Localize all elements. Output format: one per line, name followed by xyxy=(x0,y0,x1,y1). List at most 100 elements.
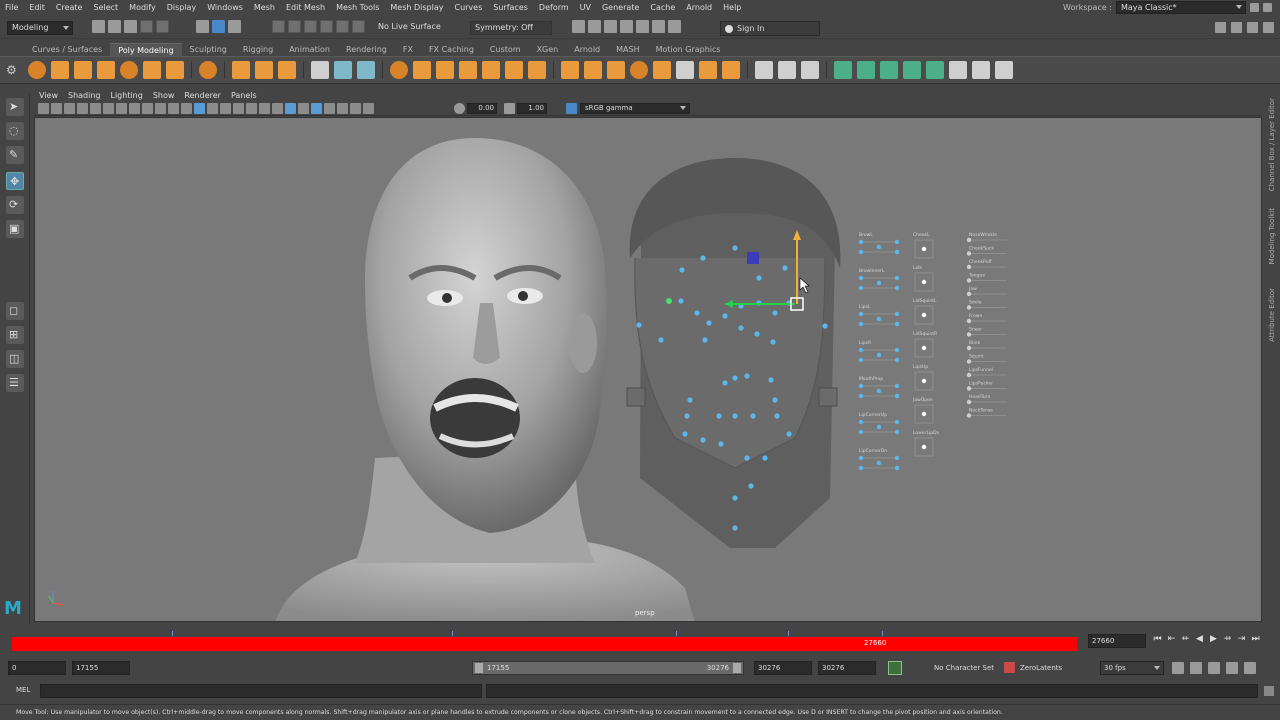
slider-knob[interactable] xyxy=(894,429,900,435)
modeling-toolkit-icon[interactable] xyxy=(1215,22,1226,33)
slider-knob[interactable] xyxy=(876,424,882,430)
slider-knob[interactable] xyxy=(921,345,927,351)
slider-knob[interactable] xyxy=(921,312,927,318)
playback-end-field[interactable]: 30276 xyxy=(754,661,812,675)
poly-text-icon[interactable] xyxy=(255,61,273,79)
slider-knob[interactable] xyxy=(894,419,900,425)
cylindrical-uv-icon[interactable] xyxy=(857,61,875,79)
super-shape-icon[interactable] xyxy=(232,61,250,79)
boolean-difference-icon[interactable] xyxy=(436,61,454,79)
shelf-tab-motion-graphics[interactable]: Motion Graphics xyxy=(648,43,729,56)
snap-point-icon[interactable] xyxy=(304,20,317,33)
slider-knob[interactable] xyxy=(921,411,927,417)
slider-knob[interactable] xyxy=(966,251,972,256)
gear-icon[interactable]: ⚙ xyxy=(6,63,18,77)
rig-control-dot[interactable] xyxy=(744,373,750,379)
tool-settings-icon[interactable] xyxy=(1247,22,1258,33)
xray-icon[interactable] xyxy=(337,103,348,114)
range-handle-left[interactable] xyxy=(475,663,483,673)
slider-knob[interactable] xyxy=(858,249,864,255)
slider-knob[interactable] xyxy=(858,311,864,317)
rig-control-dot[interactable] xyxy=(762,455,768,461)
resolution-gate-icon[interactable] xyxy=(116,103,127,114)
append-icon[interactable] xyxy=(561,61,579,79)
slider-knob[interactable] xyxy=(894,347,900,353)
arnold-ipr-icon[interactable] xyxy=(668,20,681,33)
shelf-tab-fx-caching[interactable]: FX Caching xyxy=(421,43,482,56)
time-slider[interactable]: 27660 27660 ⏮ ⇤ ⇷ ◀ ▶ ⇸ ⇥ ⏭ xyxy=(0,628,1280,656)
slider-knob[interactable] xyxy=(966,332,972,337)
step-back-key-icon[interactable]: ⇤ xyxy=(1166,633,1177,645)
rig-control-dot[interactable] xyxy=(782,265,788,271)
paint-select-tool[interactable]: ✎ xyxy=(6,146,24,164)
safe-title-icon[interactable] xyxy=(168,103,179,114)
grid-icon[interactable] xyxy=(90,103,101,114)
poly-cone-icon[interactable] xyxy=(97,61,115,79)
menu-select[interactable]: Select xyxy=(88,3,124,12)
shelf-tab-custom[interactable]: Custom xyxy=(482,43,529,56)
shelf-tab-sculpting[interactable]: Sculpting xyxy=(182,43,235,56)
go-to-end-icon[interactable]: ⏭ xyxy=(1250,633,1261,645)
rig-control-dot[interactable] xyxy=(702,337,708,343)
offset-edge-icon[interactable] xyxy=(676,61,694,79)
menu-mesh-display[interactable]: Mesh Display xyxy=(385,3,449,12)
time-slider-range[interactable]: 27660 xyxy=(12,637,1077,651)
rig-control-dot[interactable] xyxy=(768,377,774,383)
slider-knob[interactable] xyxy=(894,285,900,291)
shelf-tab-arnold[interactable]: Arnold xyxy=(566,43,608,56)
quad-draw-icon[interactable] xyxy=(755,61,773,79)
view-transform-combo[interactable]: sRGB gamma xyxy=(580,103,690,114)
slider-knob[interactable] xyxy=(966,278,972,283)
audio-icon[interactable] xyxy=(1226,662,1238,674)
slider-knob[interactable] xyxy=(876,244,882,250)
attribute-editor-icon[interactable] xyxy=(1231,22,1242,33)
save-scene-icon[interactable] xyxy=(124,20,137,33)
isolate-select-icon[interactable] xyxy=(324,103,335,114)
multisample-aa-icon[interactable] xyxy=(298,103,309,114)
snap-curve-icon[interactable] xyxy=(288,20,301,33)
motion-blur-icon[interactable] xyxy=(285,103,296,114)
lasso-tool[interactable]: ◌ xyxy=(6,122,24,140)
snap-grid-icon[interactable] xyxy=(272,20,285,33)
slider-knob[interactable] xyxy=(876,460,882,466)
menu-edit[interactable]: Edit xyxy=(24,3,51,12)
xray-joints-icon[interactable] xyxy=(350,103,361,114)
rig-control-dot[interactable] xyxy=(678,298,684,304)
slider-knob[interactable] xyxy=(858,455,864,461)
slider-knob[interactable] xyxy=(966,386,972,391)
menu-curves[interactable]: Curves xyxy=(449,3,488,12)
cache-icon[interactable] xyxy=(1208,662,1220,674)
rotate-tool[interactable]: ⟳ xyxy=(6,196,24,214)
fill-hole-icon[interactable] xyxy=(584,61,602,79)
boolean-union-icon[interactable] xyxy=(413,61,431,79)
facial-sliders-panel[interactable]: BrowL BrowInnerL LipsL LipsR MouthProp LipCor… xyxy=(858,232,1007,471)
textured-icon[interactable] xyxy=(233,103,244,114)
rig-control-dot[interactable] xyxy=(772,397,778,403)
new-scene-icon[interactable] xyxy=(92,20,105,33)
channel-box-tab[interactable]: Channel Box / Layer Editor xyxy=(1268,98,1276,191)
rig-control-dot[interactable] xyxy=(732,495,738,501)
make-hole-icon[interactable] xyxy=(607,61,625,79)
animation-end-field[interactable]: 30276 xyxy=(818,661,876,675)
scale-tool[interactable]: ▣ xyxy=(6,220,24,238)
poly-cylinder-icon[interactable] xyxy=(74,61,92,79)
rig-control-dot[interactable] xyxy=(822,323,828,329)
slider-knob[interactable] xyxy=(876,316,882,322)
perspective-viewport[interactable]: BrowL BrowInnerL LipsL LipsR MouthProp LipCor… xyxy=(34,117,1262,622)
menu-cache[interactable]: Cache xyxy=(645,3,681,12)
exposure-icon[interactable] xyxy=(454,103,465,114)
poly-torus-icon[interactable] xyxy=(120,61,138,79)
go-to-start-icon[interactable]: ⏮ xyxy=(1152,633,1163,645)
rig-control-active[interactable] xyxy=(666,298,672,304)
maximize-icon[interactable] xyxy=(1263,3,1272,12)
connect-icon[interactable] xyxy=(722,61,740,79)
slider-knob[interactable] xyxy=(894,275,900,281)
boolean-intersection-icon[interactable] xyxy=(459,61,477,79)
render-settings-icon[interactable] xyxy=(620,20,633,33)
slider-knob[interactable] xyxy=(894,455,900,461)
collapse-icon[interactable] xyxy=(801,61,819,79)
play-forwards-icon[interactable]: ▶ xyxy=(1208,633,1219,645)
script-editor-icon[interactable] xyxy=(1264,686,1274,696)
rig-control-dot[interactable] xyxy=(732,525,738,531)
rig-control-dot[interactable] xyxy=(687,397,693,403)
